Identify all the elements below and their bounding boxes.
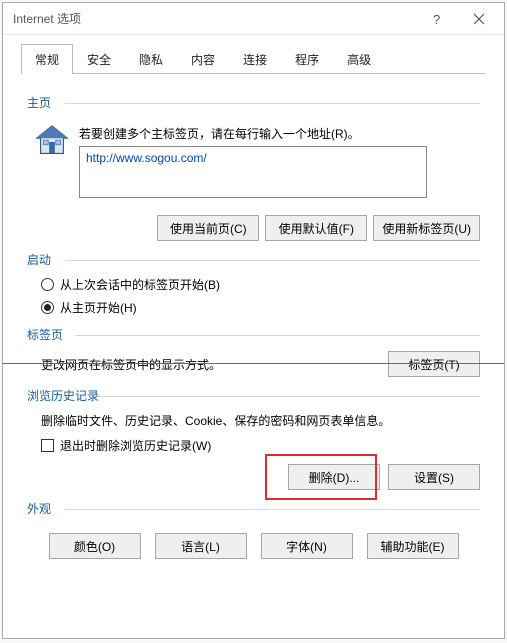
radio-homepage[interactable]: 从主页开始(H) bbox=[41, 299, 480, 316]
use-default-button[interactable]: 使用默认值(F) bbox=[265, 215, 367, 241]
radio-last-session-label: 从上次会话中的标签页开始(B) bbox=[60, 276, 220, 293]
delete-on-exit-label: 退出时删除浏览历史记录(W) bbox=[60, 437, 211, 454]
group-history: 浏览历史记录 bbox=[27, 387, 480, 404]
group-appearance: 外观 bbox=[27, 500, 480, 517]
group-tabs: 标签页 bbox=[27, 326, 480, 343]
use-newtab-button[interactable]: 使用新标签页(U) bbox=[373, 215, 480, 241]
tab-connections[interactable]: 连接 bbox=[229, 44, 281, 74]
window-title: Internet 选项 bbox=[13, 10, 416, 27]
languages-button[interactable]: 语言(L) bbox=[155, 533, 247, 559]
accessibility-button[interactable]: 辅助功能(E) bbox=[367, 533, 459, 559]
delete-history-button[interactable]: 删除(D)... bbox=[288, 464, 380, 490]
group-home: 主页 bbox=[27, 94, 480, 111]
internet-options-dialog: Internet 选项 ? 常规 安全 隐私 内容 连接 程序 高级 主页 bbox=[2, 2, 505, 639]
help-button[interactable]: ? bbox=[416, 5, 458, 33]
home-instruction: 若要创建多个主标签页，请在每行输入一个地址(R)。 bbox=[79, 125, 480, 142]
history-settings-button[interactable]: 设置(S) bbox=[388, 464, 480, 490]
delete-on-exit-checkbox[interactable]: 退出时删除浏览历史记录(W) bbox=[41, 437, 480, 454]
tab-general[interactable]: 常规 bbox=[21, 44, 73, 74]
tabs-settings-button[interactable]: 标签页(T) bbox=[388, 351, 480, 377]
tab-privacy[interactable]: 隐私 bbox=[125, 44, 177, 74]
annotation-divider bbox=[3, 363, 504, 364]
svg-text:?: ? bbox=[433, 13, 440, 25]
homepage-input[interactable] bbox=[79, 146, 427, 198]
tab-advanced[interactable]: 高级 bbox=[333, 44, 385, 74]
titlebar: Internet 选项 ? bbox=[3, 3, 504, 35]
history-desc: 删除临时文件、历史记录、Cookie、保存的密码和网页表单信息。 bbox=[41, 412, 480, 429]
close-button[interactable] bbox=[458, 5, 500, 33]
tab-content[interactable]: 内容 bbox=[177, 44, 229, 74]
tab-panel-general: 主页 若要创建多个主标签页，请在每行输入一个地址(R)。 使用当前页(C) 使用… bbox=[3, 74, 504, 575]
tab-security[interactable]: 安全 bbox=[73, 44, 125, 74]
tabs-desc: 更改网页在标签页中的显示方式。 bbox=[41, 356, 221, 373]
home-icon bbox=[33, 123, 71, 157]
tabstrip: 常规 安全 隐私 内容 连接 程序 高级 bbox=[3, 35, 504, 73]
group-startup: 启动 bbox=[27, 251, 480, 268]
radio-homepage-label: 从主页开始(H) bbox=[60, 299, 137, 316]
tab-programs[interactable]: 程序 bbox=[281, 44, 333, 74]
use-current-button[interactable]: 使用当前页(C) bbox=[157, 215, 259, 241]
fonts-button[interactable]: 字体(N) bbox=[261, 533, 353, 559]
colors-button[interactable]: 颜色(O) bbox=[49, 533, 141, 559]
radio-last-session[interactable]: 从上次会话中的标签页开始(B) bbox=[41, 276, 480, 293]
